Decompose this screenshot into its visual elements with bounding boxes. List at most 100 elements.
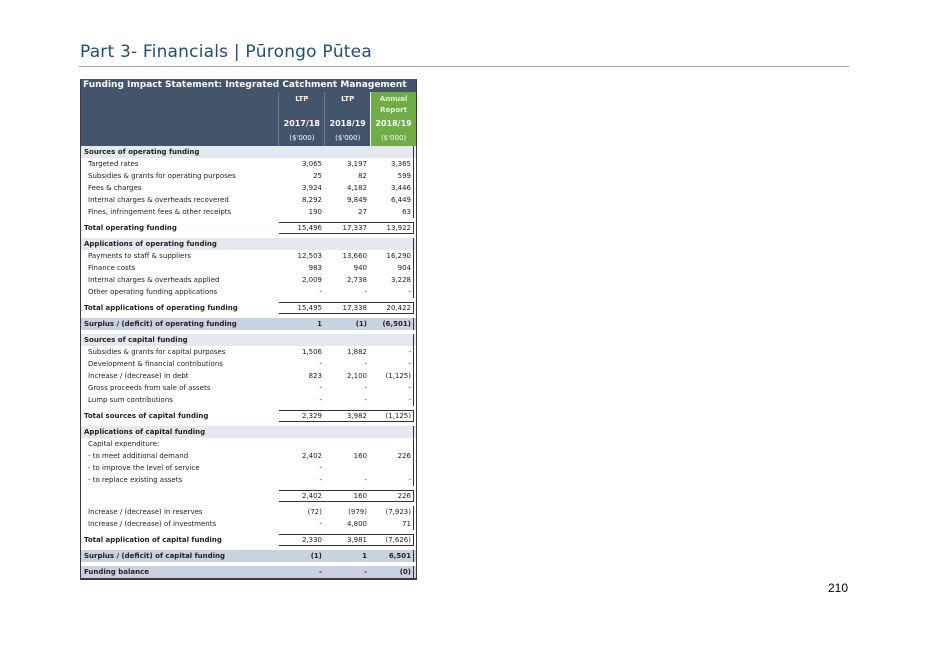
row-value-col-1: 2,009 — [301, 276, 322, 284]
row-value-col-3: 63 — [369, 206, 414, 218]
row-value-col-2: 4,800 — [346, 520, 367, 528]
summary-row: Funding balance - - (0) — [81, 566, 416, 578]
row-value-col-2: 3,982 — [324, 410, 369, 422]
row-label: Total applications of operating funding — [84, 304, 238, 312]
row-label: Development & financial contributions — [88, 360, 223, 368]
row-label: Gross proceeds from sale of assets — [88, 384, 211, 392]
row-value-col-1: (72) — [307, 508, 322, 516]
row-label: Surplus / (deficit) of capital funding — [84, 552, 226, 560]
row-value-col-2: - — [364, 476, 367, 484]
row-value-col-1 — [279, 146, 324, 158]
row-value-col-1: 2,330 — [279, 534, 324, 546]
row-value-col-2: 17,337 — [324, 222, 369, 234]
row-value-col-2: 940 — [353, 264, 367, 272]
row-value-col-2: 17,338 — [324, 302, 369, 314]
row-value-col-2: - — [364, 384, 367, 392]
page-number: 210 — [828, 581, 849, 595]
row-value-col-3 — [369, 334, 414, 346]
row-value-col-1 — [279, 426, 324, 438]
table-row: Lump sum contributions - - - — [81, 394, 416, 406]
row-label: Payments to staff & suppliers — [88, 252, 191, 260]
table-row: Subsidies & grants for capital purposes 1… — [81, 346, 416, 358]
row-value-col-2: 82 — [358, 172, 367, 180]
section-header-row: Sources of capital funding — [81, 334, 416, 346]
column-header-type: LTP — [295, 95, 309, 103]
row-value-col-3: 71 — [369, 518, 414, 530]
row-value-col-3: 599 — [369, 170, 414, 182]
table-row: Gross proceeds from sale of assets - - - — [81, 382, 416, 394]
table-row: Increase / (decrease) in reserves (72) (97… — [81, 506, 416, 518]
row-value-col-2: (979) — [348, 508, 367, 516]
row-value-col-1: 3,924 — [301, 184, 322, 192]
row-label: - to improve the level of service — [88, 464, 200, 472]
row-value-col-3: (6,501) — [369, 318, 414, 330]
row-label: Applications of operating funding — [84, 240, 217, 248]
row-value-col-2 — [324, 426, 369, 438]
row-value-col-2 — [324, 462, 369, 474]
row-label: Total operating funding — [84, 224, 177, 232]
row-value-col-1: 1 — [317, 320, 322, 328]
column-header-unit: ($'000) — [335, 134, 361, 142]
row-value-col-3: - — [369, 382, 414, 394]
row-value-col-1: 15,496 — [279, 222, 324, 234]
row-value-col-1: 3,065 — [301, 160, 322, 168]
table-body: Sources of operating funding Targeted rat… — [81, 146, 416, 578]
table-row: - to replace existing assets - - - — [81, 474, 416, 486]
column-header-ltp-2017: LTP 2017/18 ($'000) — [278, 92, 325, 146]
row-value-col-2: 2,100 — [346, 372, 367, 380]
funding-impact-statement-table: Funding Impact Statement: Integrated Cat… — [80, 79, 417, 580]
row-value-col-2: 27 — [358, 208, 367, 216]
table-row: Fees & charges 3,924 4,182 3,446 — [81, 182, 416, 194]
page-title: Part 3- Financials | Pūrongo Pūtea — [80, 42, 372, 62]
table-row: Subsidies & grants for operating purpose… — [81, 170, 416, 182]
row-value-col-3: 904 — [369, 262, 414, 274]
row-value-col-1: 25 — [313, 172, 322, 180]
table-row: Other operating funding applications - - - — [81, 286, 416, 298]
column-header-annual-report: Annual Report 2018/19 ($'000) — [370, 92, 416, 146]
row-value-col-1: - — [319, 464, 322, 472]
row-value-col-3: - — [369, 346, 414, 358]
table-row: Payments to staff & suppliers 12,503 13,66… — [81, 250, 416, 262]
row-value-col-1: (1) — [310, 552, 322, 560]
summary-row: Surplus / (deficit) of operating funding… — [81, 318, 416, 330]
row-value-col-3: 226 — [369, 490, 414, 502]
table-row: - to improve the level of service - — [81, 462, 416, 474]
subtotal-row: 2,402 160 226 — [81, 490, 416, 502]
row-value-col-2 — [324, 238, 369, 250]
summary-row: Surplus / (deficit) of capital funding (1… — [81, 550, 416, 562]
row-label: Other operating funding applications — [88, 288, 218, 296]
row-label: - to replace existing assets — [88, 476, 183, 484]
row-value-col-3 — [369, 426, 414, 438]
row-value-col-2: 160 — [353, 452, 367, 460]
row-value-col-3 — [369, 438, 414, 450]
row-value-col-2: 160 — [324, 490, 369, 502]
table-row: Finance costs 983 940 904 — [81, 262, 416, 274]
row-label: Sources of capital funding — [84, 336, 188, 344]
row-value-col-1: 1,506 — [301, 348, 322, 356]
row-value-col-2: - — [364, 396, 367, 404]
row-label: Fees & charges — [88, 184, 142, 192]
column-header-type: LTP — [341, 95, 355, 103]
column-header-type-line1: Annual — [379, 95, 408, 103]
row-value-col-2: 3,981 — [324, 534, 369, 546]
row-label: Surplus / (deficit) of operating funding — [84, 320, 237, 328]
table-title: Funding Impact Statement: Integrated Cat… — [81, 79, 416, 92]
row-value-col-1: 190 — [308, 208, 322, 216]
row-value-col-2: 2,738 — [346, 276, 367, 284]
total-row: Total application of capital funding 2,33… — [81, 534, 416, 546]
row-value-col-2: (1) — [355, 320, 367, 328]
row-value-col-3: 6,449 — [369, 194, 414, 206]
title-divider — [79, 66, 849, 67]
table-row: Development & financial contributions - - - — [81, 358, 416, 370]
table-row: Targeted rates 3,065 3,197 3,365 — [81, 158, 416, 170]
row-value-col-1: 8,292 — [301, 196, 322, 204]
row-value-col-1 — [279, 334, 324, 346]
column-header-year: 2018/19 — [375, 119, 412, 128]
row-value-col-1: 15,495 — [279, 302, 324, 314]
section-header-row: Sources of operating funding — [81, 146, 416, 158]
column-header-type-line2: Report — [380, 106, 407, 114]
row-value-col-3: 3,446 — [369, 182, 414, 194]
row-label: Total sources of capital funding — [84, 412, 209, 420]
row-label: Total application of capital funding — [84, 536, 222, 544]
row-value-col-2: - — [364, 360, 367, 368]
